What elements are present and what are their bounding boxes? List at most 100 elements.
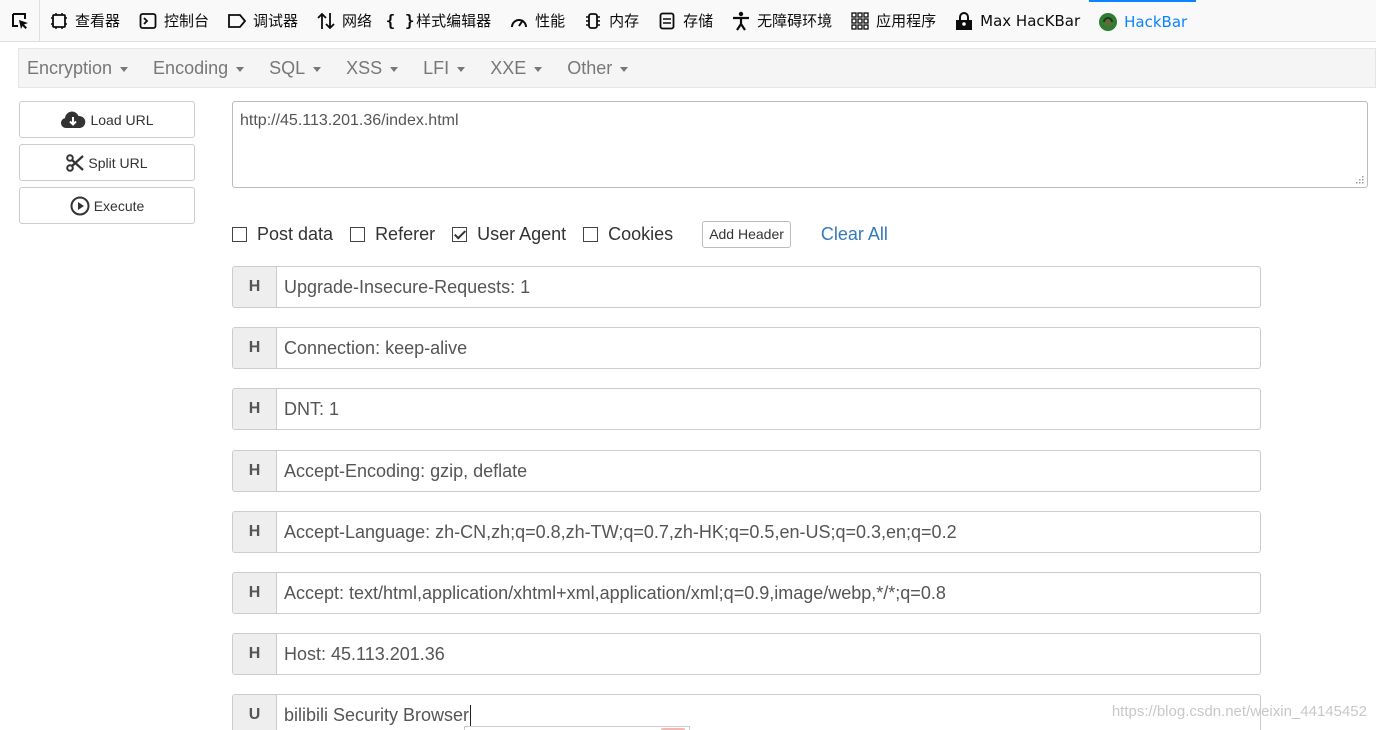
menu-other[interactable]: Other bbox=[567, 58, 629, 79]
element-picker-button[interactable] bbox=[0, 0, 40, 42]
header-input[interactable]: Upgrade-Insecure-Requests: 1 bbox=[277, 267, 1260, 307]
header-tag: U bbox=[233, 695, 277, 730]
execute-button[interactable]: Execute bbox=[19, 187, 195, 224]
post-data-label: Post data bbox=[257, 223, 334, 244]
user-agent-box[interactable] bbox=[452, 226, 468, 242]
header-value: Accept-Language: zh-CN,zh;q=0.8,zh-TW;q=… bbox=[284, 521, 957, 542]
memory-icon bbox=[583, 11, 603, 31]
tab-max-hackbar-label: Max HacKBar bbox=[980, 11, 1081, 30]
chevron-down-icon bbox=[390, 66, 399, 72]
user-agent-row: U bilibili Security Browser bbox=[232, 694, 1261, 730]
tab-accessibility[interactable]: 无障碍环境 bbox=[722, 0, 841, 42]
menu-encryption-label: Encryption bbox=[27, 57, 113, 78]
tab-debugger[interactable]: 调试器 bbox=[218, 0, 307, 42]
chevron-down-icon bbox=[620, 66, 629, 72]
tab-console[interactable]: 控制台 bbox=[129, 0, 218, 42]
load-url-label: Load URL bbox=[90, 111, 154, 128]
url-textarea[interactable]: http://45.113.201.36/index.html bbox=[232, 101, 1368, 188]
split-url-label: Split URL bbox=[88, 154, 148, 171]
header-value: bilibili Security Browser bbox=[284, 704, 470, 725]
chevron-down-icon bbox=[313, 66, 322, 72]
tab-style-editor[interactable]: { } 样式编辑器 bbox=[381, 0, 500, 42]
resize-handle-icon[interactable] bbox=[1354, 174, 1364, 184]
hackbar-menu-bar: Encryption Encoding SQL XSS LFI XXE Othe… bbox=[18, 48, 1376, 88]
menu-xxe[interactable]: XXE bbox=[490, 57, 543, 79]
url-value: http://45.113.201.36/index.html bbox=[240, 112, 459, 129]
options-row: Post data Referer User Agent Cookies Add… bbox=[232, 220, 888, 248]
header-input[interactable]: Accept-Encoding: gzip, deflate bbox=[277, 451, 1260, 491]
clear-all-link[interactable]: Clear All bbox=[821, 224, 888, 245]
tab-storage[interactable]: 存储 bbox=[648, 0, 722, 42]
menu-encoding-label: Encoding bbox=[153, 57, 229, 78]
user-agent-label: User Agent bbox=[477, 223, 567, 244]
tab-debugger-label: 调试器 bbox=[253, 12, 299, 30]
load-url-button[interactable]: Load URL bbox=[19, 101, 195, 138]
header-value: Accept: text/html,application/xhtml+xml,… bbox=[284, 582, 946, 603]
play-circle-icon bbox=[70, 196, 90, 215]
post-data-checkbox[interactable]: Post data bbox=[232, 224, 333, 245]
watermark-text: https://blog.csdn.net/weixin_44145452 bbox=[1111, 703, 1367, 720]
header-tag: H bbox=[233, 512, 277, 552]
autocomplete-popup[interactable] bbox=[464, 726, 690, 730]
header-tag: H bbox=[233, 389, 277, 429]
scissors-icon bbox=[66, 153, 85, 172]
split-url-button[interactable]: Split URL bbox=[19, 144, 195, 181]
menu-lfi-label: LFI bbox=[423, 57, 450, 78]
menu-sql-label: SQL bbox=[269, 57, 306, 78]
referer-label: Referer bbox=[375, 223, 436, 244]
application-icon bbox=[850, 11, 870, 31]
tab-max-hackbar[interactable]: Max HacKBar bbox=[945, 0, 1089, 42]
header-row: H DNT: 1 bbox=[232, 388, 1261, 430]
execute-label: Execute bbox=[93, 197, 145, 214]
header-row: H Accept-Language: zh-CN,zh;q=0.8,zh-TW;… bbox=[232, 511, 1261, 553]
header-value: Host: 45.113.201.36 bbox=[284, 643, 445, 664]
menu-xss[interactable]: XSS bbox=[346, 58, 399, 79]
menu-encoding[interactable]: Encoding bbox=[153, 57, 245, 79]
post-data-box[interactable] bbox=[232, 226, 247, 242]
add-header-button[interactable]: Add Header bbox=[702, 220, 791, 248]
menu-encryption[interactable]: Encryption bbox=[27, 57, 129, 79]
header-input[interactable]: Accept: text/html,application/xhtml+xml,… bbox=[277, 573, 1260, 613]
element-picker-icon bbox=[11, 12, 28, 29]
header-value: Accept-Encoding: gzip, deflate bbox=[284, 460, 528, 481]
debugger-icon bbox=[227, 11, 247, 31]
tab-application[interactable]: 应用程序 bbox=[841, 0, 945, 42]
header-input[interactable]: Connection: keep-alive bbox=[277, 328, 1260, 368]
menu-xxe-label: XXE bbox=[490, 57, 527, 78]
storage-icon bbox=[657, 11, 677, 31]
chevron-down-icon bbox=[120, 66, 129, 72]
inspector-icon bbox=[49, 11, 69, 31]
tab-network[interactable]: 网络 bbox=[307, 0, 381, 42]
accessibility-icon bbox=[731, 11, 751, 31]
tab-performance-label: 性能 bbox=[535, 12, 566, 30]
menu-sql[interactable]: SQL bbox=[269, 57, 322, 79]
referer-box[interactable] bbox=[350, 226, 366, 242]
header-input[interactable]: DNT: 1 bbox=[277, 389, 1260, 429]
tab-inspector[interactable]: 查看器 bbox=[40, 0, 129, 42]
cookies-checkbox[interactable]: Cookies bbox=[583, 224, 673, 245]
performance-icon bbox=[509, 11, 529, 31]
cookies-box[interactable] bbox=[583, 226, 599, 242]
chevron-down-icon bbox=[236, 66, 245, 72]
max-hackbar-icon bbox=[954, 11, 974, 31]
header-input[interactable]: Host: 45.113.201.36 bbox=[277, 634, 1260, 674]
tab-performance[interactable]: 性能 bbox=[500, 0, 574, 42]
tab-memory[interactable]: 内存 bbox=[574, 0, 648, 42]
menu-lfi[interactable]: LFI bbox=[423, 57, 466, 79]
cookies-label: Cookies bbox=[608, 223, 674, 244]
referer-checkbox[interactable]: Referer bbox=[350, 224, 435, 245]
console-icon bbox=[138, 11, 158, 31]
tab-hackbar[interactable]: HackBar bbox=[1089, 0, 1197, 42]
header-value: Connection: keep-alive bbox=[284, 337, 468, 358]
tab-network-label: 网络 bbox=[342, 12, 373, 30]
header-row: H Accept: text/html,application/xhtml+xm… bbox=[232, 572, 1261, 614]
header-tag: H bbox=[233, 451, 277, 491]
tab-inspector-label: 查看器 bbox=[75, 12, 121, 30]
chevron-down-icon bbox=[457, 66, 466, 72]
tab-console-label: 控制台 bbox=[164, 12, 210, 30]
user-agent-checkbox[interactable]: User Agent bbox=[452, 224, 566, 245]
hackbar-icon bbox=[1098, 12, 1118, 32]
header-input[interactable]: Accept-Language: zh-CN,zh;q=0.8,zh-TW;q=… bbox=[277, 512, 1260, 552]
tab-hackbar-label: HackBar bbox=[1124, 12, 1188, 31]
tab-application-label: 应用程序 bbox=[876, 12, 937, 30]
